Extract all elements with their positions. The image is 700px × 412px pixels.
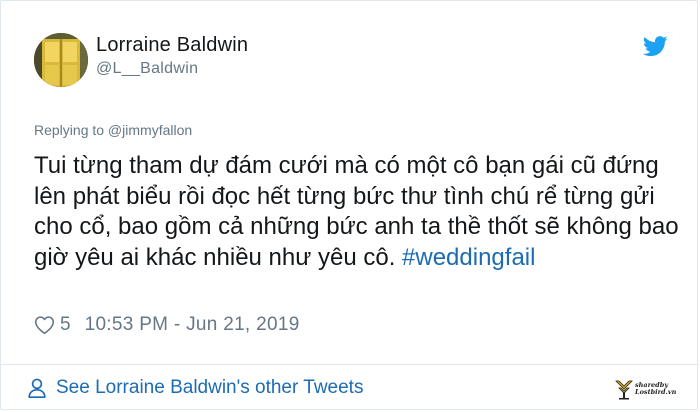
hashtag-link[interactable]: #weddingfail bbox=[402, 244, 535, 271]
watermark-line2: Lostbird.vn bbox=[635, 388, 677, 396]
heart-outline-icon bbox=[34, 316, 55, 335]
lostbird-logo-icon bbox=[615, 380, 633, 400]
author-handle[interactable]: @L__Baldwin bbox=[96, 60, 198, 78]
avatar[interactable] bbox=[34, 33, 88, 87]
like-button[interactable]: 5 bbox=[34, 314, 71, 336]
watermark: sharedby Lostbird.vn bbox=[613, 377, 683, 403]
like-count: 5 bbox=[60, 314, 71, 335]
person-outline-icon bbox=[28, 378, 46, 398]
tweet-timestamp[interactable]: 10:53 PM - Jun 21, 2019 bbox=[85, 314, 300, 336]
tweet-body: Tui từng tham dự đám cưới mà có một cô b… bbox=[34, 151, 684, 273]
watermark-text: sharedby Lostbird.vn bbox=[635, 382, 676, 396]
replying-to-line[interactable]: Replying to @jimmyfallon bbox=[34, 122, 192, 138]
tweet-card: Lorraine Baldwin @L__Baldwin Replying to… bbox=[0, 0, 699, 410]
tweet-meta: 5 10:53 PM - Jun 21, 2019 bbox=[34, 312, 300, 338]
twitter-bird-icon[interactable] bbox=[643, 36, 668, 57]
see-other-tweets-link[interactable]: See Lorraine Baldwin's other Tweets bbox=[26, 375, 363, 401]
see-other-tweets-label: See Lorraine Baldwin's other Tweets bbox=[56, 377, 364, 398]
avatar-image bbox=[34, 33, 88, 87]
author-display-name[interactable]: Lorraine Baldwin bbox=[96, 34, 248, 57]
footer-divider bbox=[1, 364, 699, 365]
tweet-text: Tui từng tham dự đám cưới mà có một cô b… bbox=[34, 152, 679, 271]
